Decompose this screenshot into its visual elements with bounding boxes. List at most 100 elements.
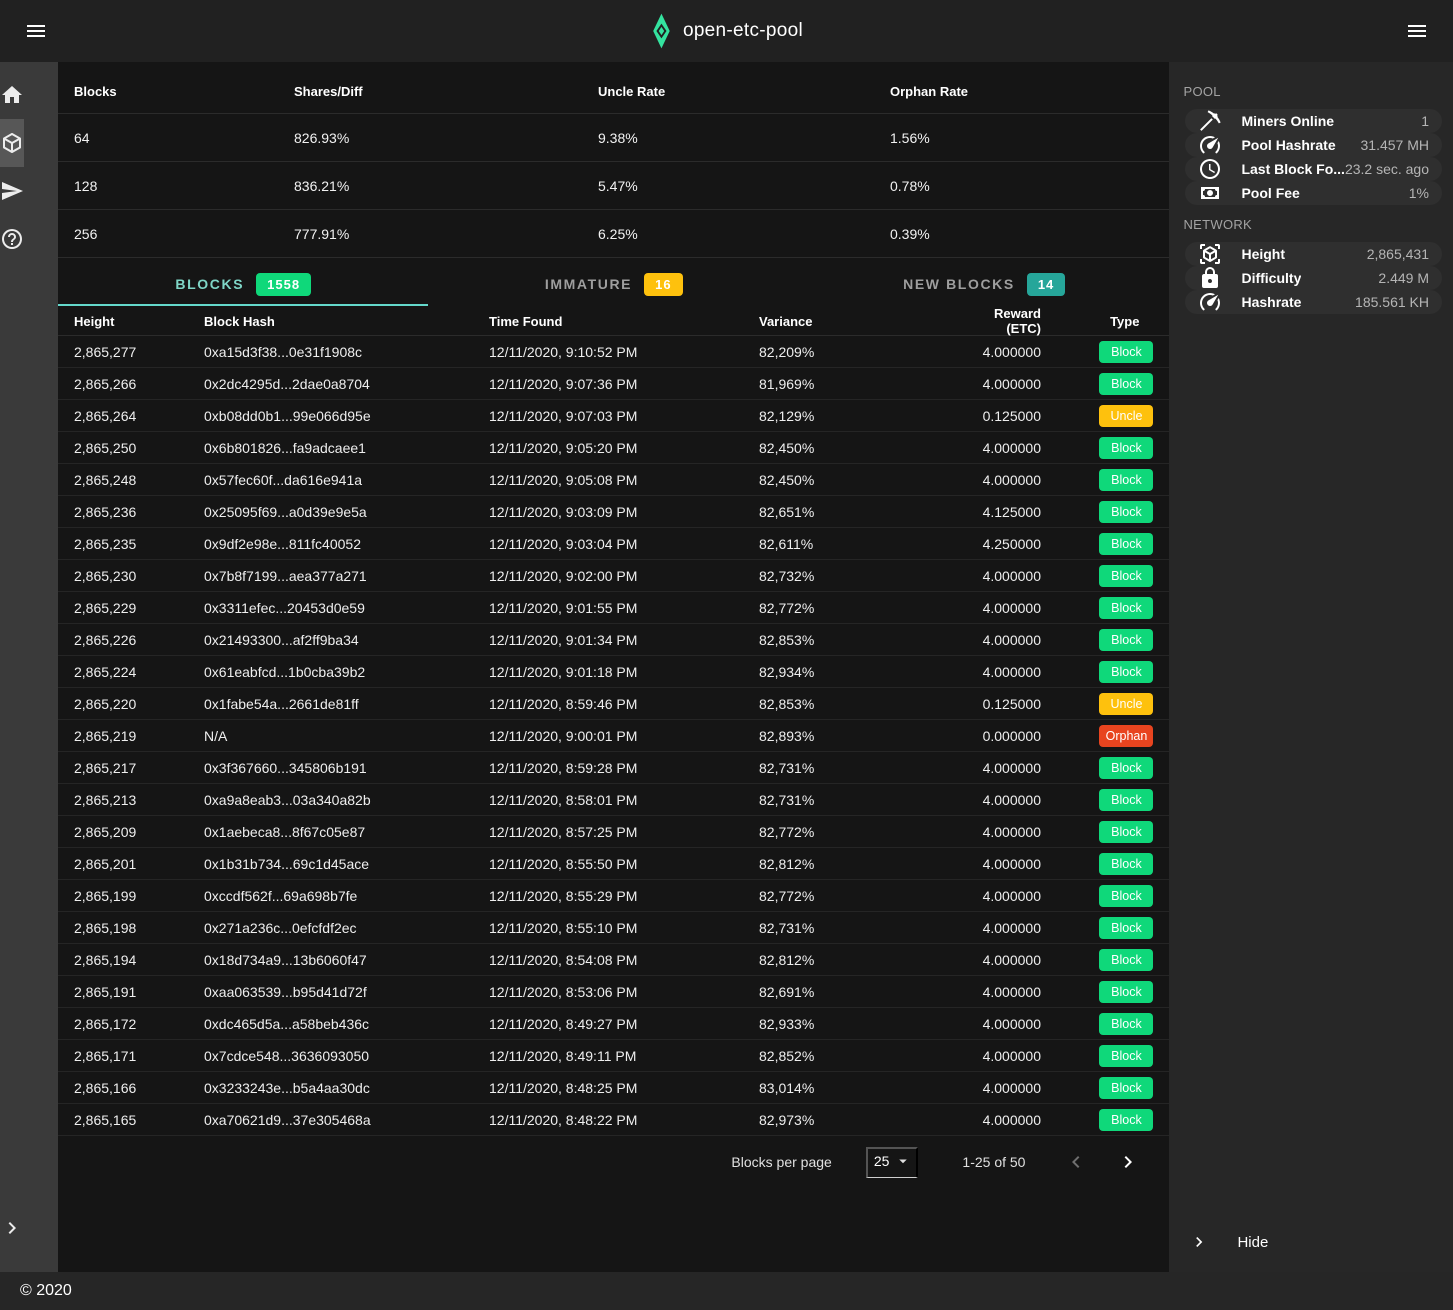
cell-type: Block (1041, 597, 1153, 619)
stats-cell: 64 (74, 130, 294, 146)
stat-label: Pool Fee (1241, 185, 1299, 201)
cell-type: Block (1041, 533, 1153, 555)
cell-reward: 4.000000 (959, 856, 1041, 872)
cell-type: Block (1041, 853, 1153, 875)
stat-item-last-block-fo-: Last Block Fo...23.2 sec. ago (1185, 157, 1442, 181)
per-page-value: 25 (874, 1153, 890, 1169)
type-badge: Block (1099, 885, 1153, 907)
tab-count-badge: 1558 (256, 273, 311, 296)
blocks-tabs: BLOCKS1558IMMATURE16NEW BLOCKS14 (58, 262, 1169, 306)
stats-cell: 0.39% (890, 226, 1153, 242)
cell-reward: 4.000000 (959, 984, 1041, 1000)
cell-block-hash: 0xdc465d5a...a58beb436c (204, 1016, 489, 1032)
cell-type: Block (1041, 1109, 1153, 1131)
cell-type: Block (1041, 373, 1153, 395)
type-badge: Block (1099, 501, 1153, 523)
tab-immature[interactable]: IMMATURE16 (428, 262, 798, 306)
pagination: Blocks per page 25 1-25 of 50 (58, 1136, 1169, 1188)
help-icon (0, 227, 24, 251)
stat-value: 185.561 KH (1355, 294, 1429, 310)
brand: open-etc-pool (650, 12, 803, 50)
cell-variance: 83,014% (759, 1080, 959, 1096)
cell-time-found: 12/11/2020, 8:53:06 PM (489, 984, 759, 1000)
cell-reward: 4.000000 (959, 472, 1041, 488)
tab-blocks[interactable]: BLOCKS1558 (58, 262, 428, 306)
stat-value: 31.457 MH (1361, 137, 1429, 153)
cell-height: 2,865,199 (74, 888, 204, 904)
cell-time-found: 12/11/2020, 9:10:52 PM (489, 344, 759, 360)
per-page-select[interactable]: 25 (866, 1147, 919, 1178)
cell-type: Block (1041, 501, 1153, 523)
type-badge: Block (1099, 533, 1153, 555)
stats-cell: 1.56% (890, 130, 1153, 146)
cube-scan-icon (1198, 242, 1222, 266)
table-row: 2,865,2130xa9a8eab3...03a340a82b12/11/20… (58, 784, 1169, 816)
app-title: open-etc-pool (683, 20, 803, 42)
section-title-network: NETWORK (1169, 205, 1453, 242)
expand-drawer-button[interactable] (0, 1204, 24, 1252)
cell-height: 2,865,209 (74, 824, 204, 840)
cell-height: 2,865,201 (74, 856, 204, 872)
left-nav (0, 62, 58, 1272)
cell-height: 2,865,230 (74, 568, 204, 584)
table-row: 2,865,1980x271a236c...0efcfdf2ec12/11/20… (58, 912, 1169, 944)
tab-new-blocks[interactable]: NEW BLOCKS14 (799, 262, 1169, 306)
page-range: 1-25 of 50 (962, 1154, 1025, 1170)
cell-time-found: 12/11/2020, 9:02:00 PM (489, 568, 759, 584)
type-badge: Block (1099, 373, 1153, 395)
caret-down-icon (894, 1152, 912, 1170)
type-badge: Uncle (1099, 693, 1153, 715)
stats-cell: 777.91% (294, 226, 598, 242)
stats-cell: 128 (74, 178, 294, 194)
stat-label: Pool Hashrate (1241, 137, 1335, 153)
stats-col-header: Shares/Diff (294, 84, 598, 99)
cell-type: Block (1041, 1077, 1153, 1099)
table-row: 2,865,2010x1b31b734...69c1d45ace12/11/20… (58, 848, 1169, 880)
cell-variance: 82,812% (759, 856, 959, 872)
next-page-button[interactable] (1111, 1145, 1145, 1179)
type-badge: Block (1099, 917, 1153, 939)
type-badge: Uncle (1099, 405, 1153, 427)
cell-type: Uncle (1041, 405, 1153, 427)
table-row: 2,865,1650xa70621d9...37e305468a12/11/20… (58, 1104, 1169, 1136)
table-row: 2,865,2480x57fec60f...da616e941a12/11/20… (58, 464, 1169, 496)
table-row: 2,865,2200x1fabe54a...2661de81ff12/11/20… (58, 688, 1169, 720)
type-badge: Block (1099, 949, 1153, 971)
cell-reward: 4.000000 (959, 376, 1041, 392)
cell-height: 2,865,236 (74, 504, 204, 520)
menu-button[interactable] (14, 9, 58, 53)
cell-time-found: 12/11/2020, 8:55:10 PM (489, 920, 759, 936)
stats-cell: 0.78% (890, 178, 1153, 194)
cell-block-hash: 0x3f367660...345806b191 (204, 760, 489, 776)
type-badge: Block (1099, 1013, 1153, 1035)
cell-type: Block (1041, 1013, 1153, 1035)
type-badge: Block (1099, 821, 1153, 843)
stat-value: 23.2 sec. ago (1345, 161, 1429, 177)
gauge-icon (1198, 133, 1222, 157)
cell-height: 2,865,219 (74, 728, 204, 744)
stats-col-header: Blocks (74, 84, 294, 99)
cell-variance: 82,933% (759, 1016, 959, 1032)
sidebar-item-payments[interactable] (0, 167, 24, 215)
cell-time-found: 12/11/2020, 9:01:18 PM (489, 664, 759, 680)
cell-variance: 82,732% (759, 568, 959, 584)
tab-count-badge: 16 (644, 273, 682, 296)
cell-reward: 4.000000 (959, 568, 1041, 584)
stats-row: 128836.21%5.47%0.78% (58, 162, 1169, 210)
prev-page-button[interactable] (1059, 1145, 1093, 1179)
top-app-bar: open-etc-pool (0, 0, 1453, 62)
cell-type: Block (1041, 789, 1153, 811)
app-root: open-etc-pool BlocksShares/DiffUncle Rat… (0, 0, 1453, 1310)
sidebar-item-help[interactable] (0, 215, 24, 263)
hide-sidebar-button[interactable]: Hide (1169, 1220, 1453, 1264)
cell-variance: 82,129% (759, 408, 959, 424)
sidebar-item-blocks[interactable] (0, 119, 24, 167)
right-menu-button[interactable] (1395, 9, 1439, 53)
table-row: 2,865,2500x6b801826...fa9adcaee112/11/20… (58, 432, 1169, 464)
cell-height: 2,865,264 (74, 408, 204, 424)
stat-value: 1% (1409, 185, 1429, 201)
sidebar-item-home[interactable] (0, 71, 24, 119)
cell-variance: 82,772% (759, 888, 959, 904)
cell-variance: 82,772% (759, 600, 959, 616)
section-title-pool: POOL (1169, 72, 1453, 109)
